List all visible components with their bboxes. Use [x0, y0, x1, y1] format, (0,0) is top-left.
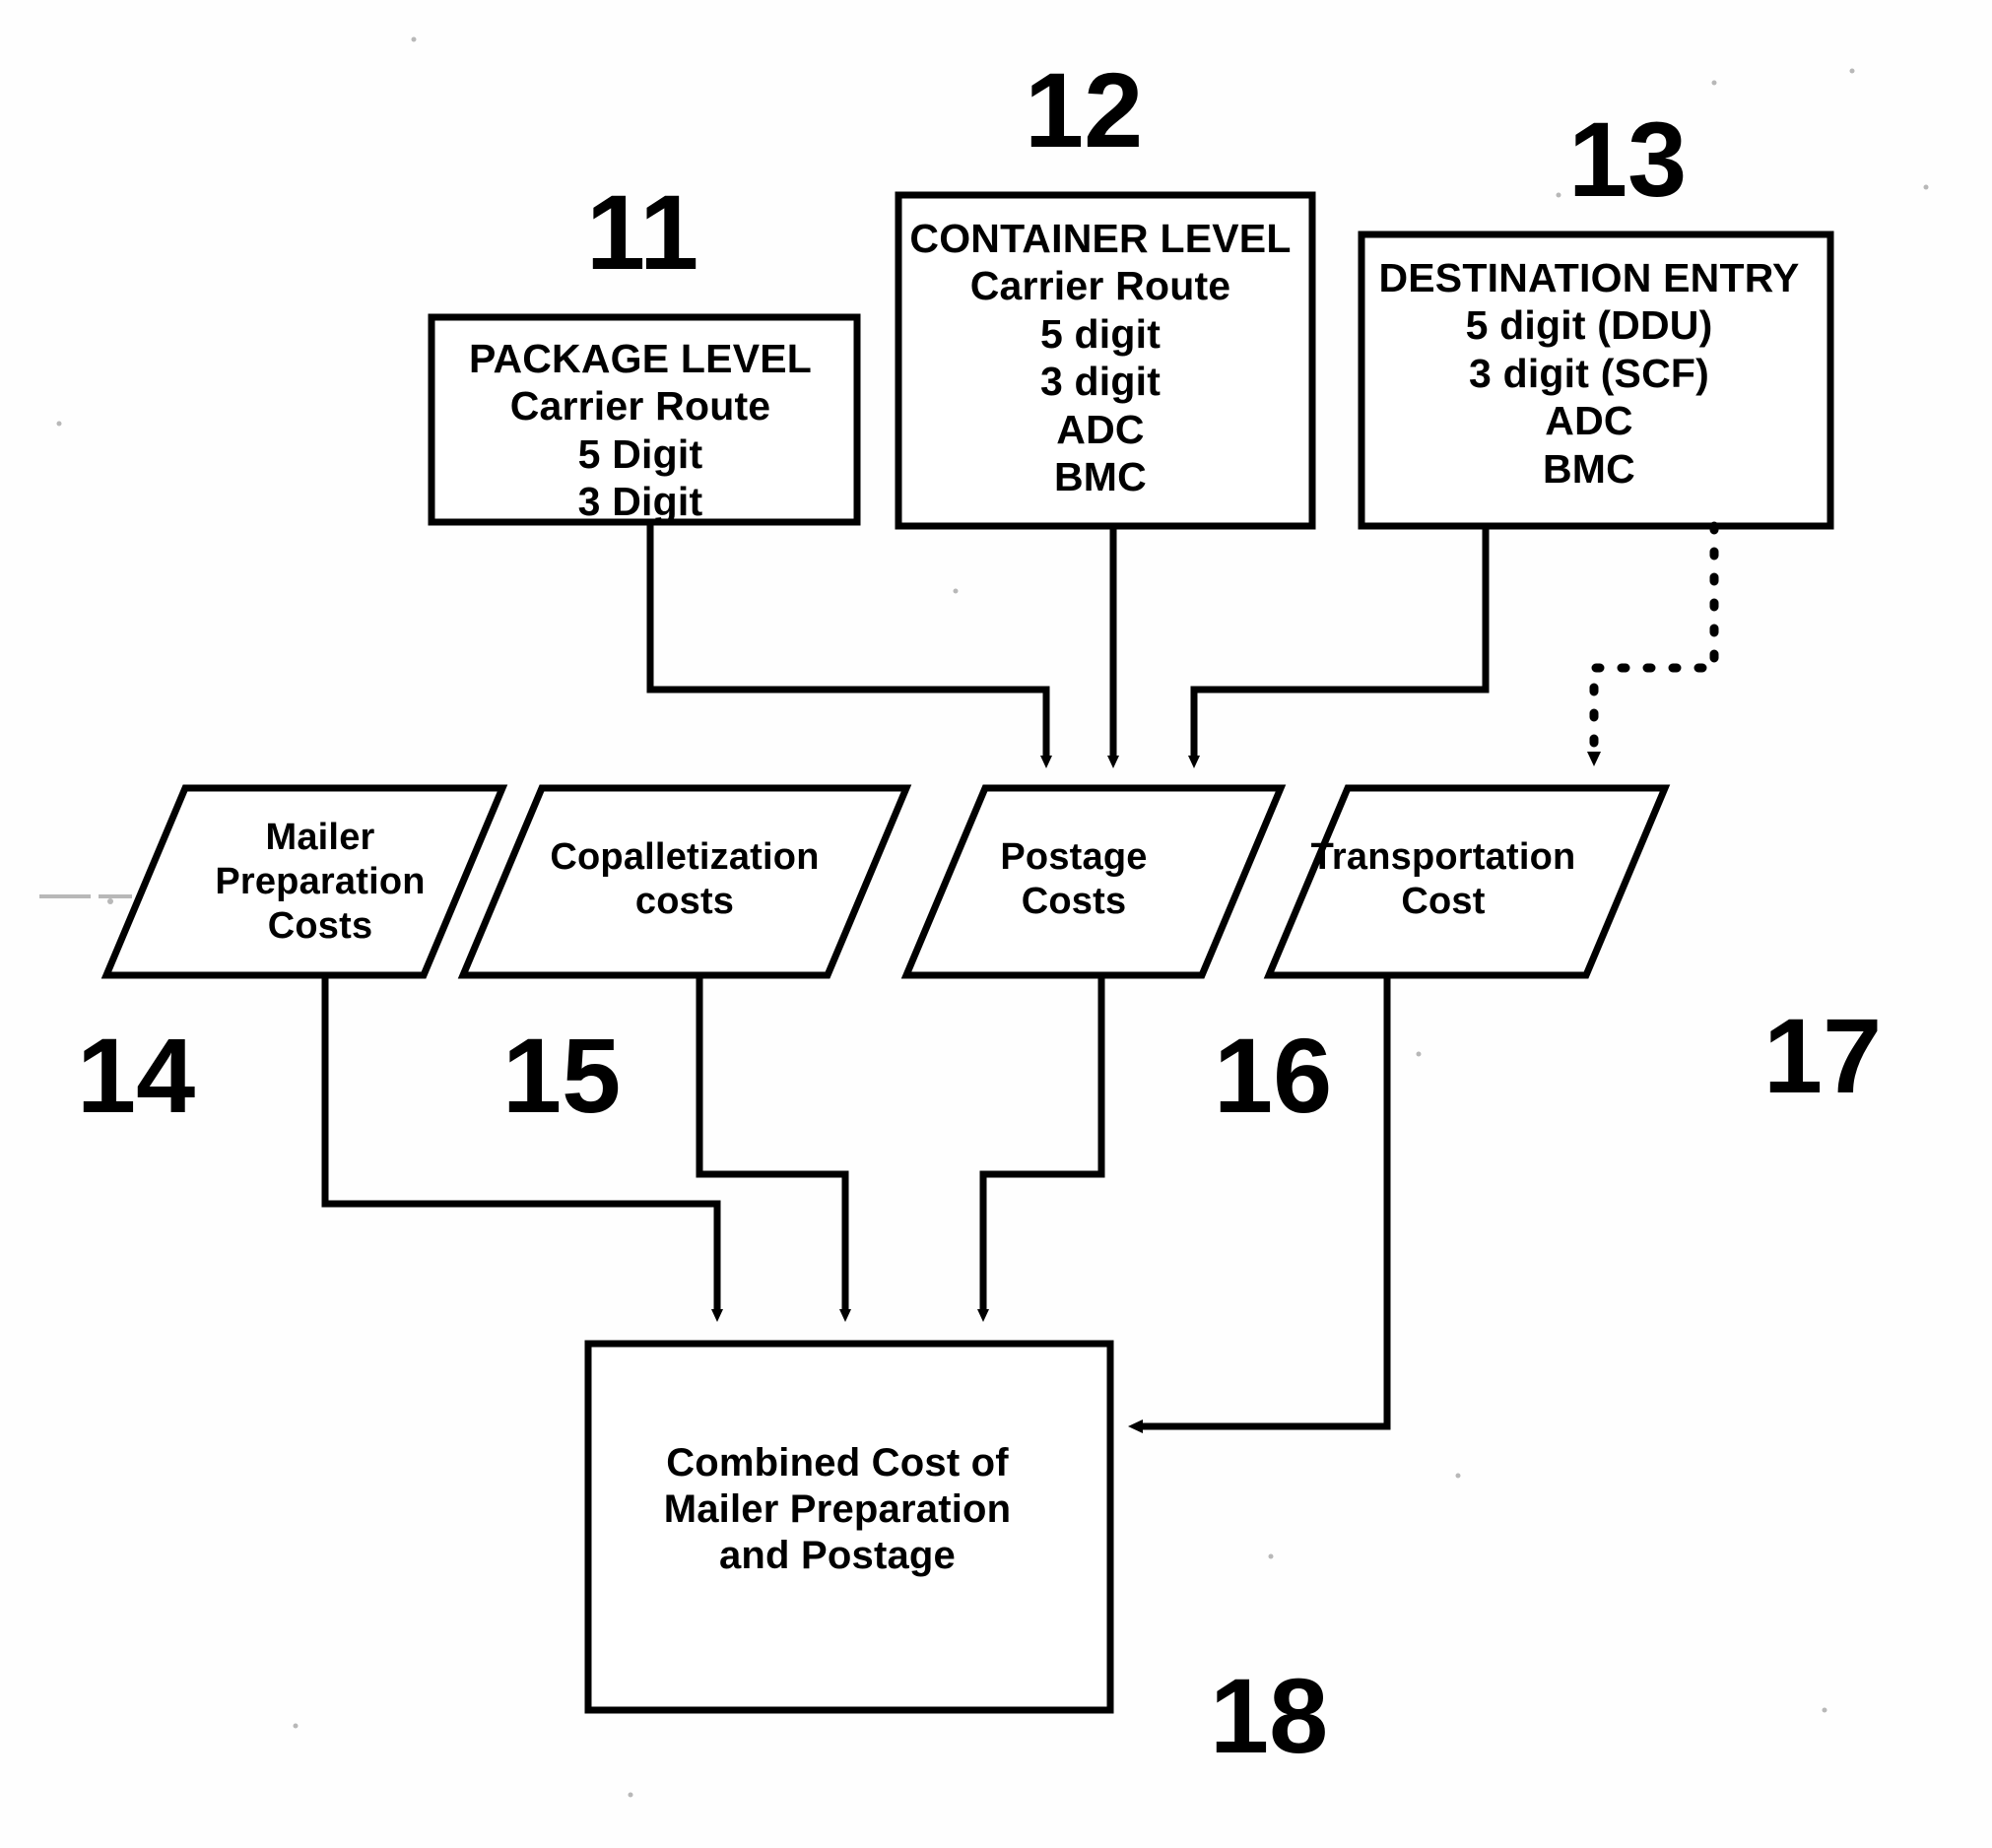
figure-canvas: PACKAGE LEVEL Carrier Route 5 Digit 3 Di…	[0, 0, 1992, 1848]
flowchart-graphics	[39, 36, 1929, 1798]
edge-destination-to-transportation-dotted	[1587, 521, 1719, 766]
edge-destination-to-postage	[1188, 526, 1490, 768]
node-destination-entry-shape	[1358, 231, 1834, 530]
reference-numeral-18: 18	[1210, 1656, 1329, 1775]
reference-numeral-11: 11	[586, 172, 699, 292]
node-copalletization-costs-shape	[457, 784, 912, 979]
node-container-level-shape	[895, 191, 1316, 530]
reference-numeral-17: 17	[1763, 996, 1883, 1115]
reference-numeral-12: 12	[1025, 50, 1144, 169]
node-package-level-shape	[428, 313, 861, 526]
reference-numeral-14: 14	[77, 1016, 196, 1135]
node-transportation-cost-shape	[1263, 784, 1671, 979]
reference-numeral-15: 15	[502, 1016, 622, 1135]
edge-package-to-postage	[646, 522, 1052, 768]
reference-numeral-13: 13	[1568, 99, 1688, 219]
node-postage-costs-shape	[900, 784, 1287, 979]
node-combined-cost-shape	[584, 1340, 1114, 1714]
node-mailer-preparation-costs-shape	[100, 784, 508, 979]
edge-postage-to-combined	[977, 975, 1105, 1322]
reference-numeral-16: 16	[1214, 1016, 1333, 1135]
edge-copalletization-to-combined	[696, 975, 851, 1322]
